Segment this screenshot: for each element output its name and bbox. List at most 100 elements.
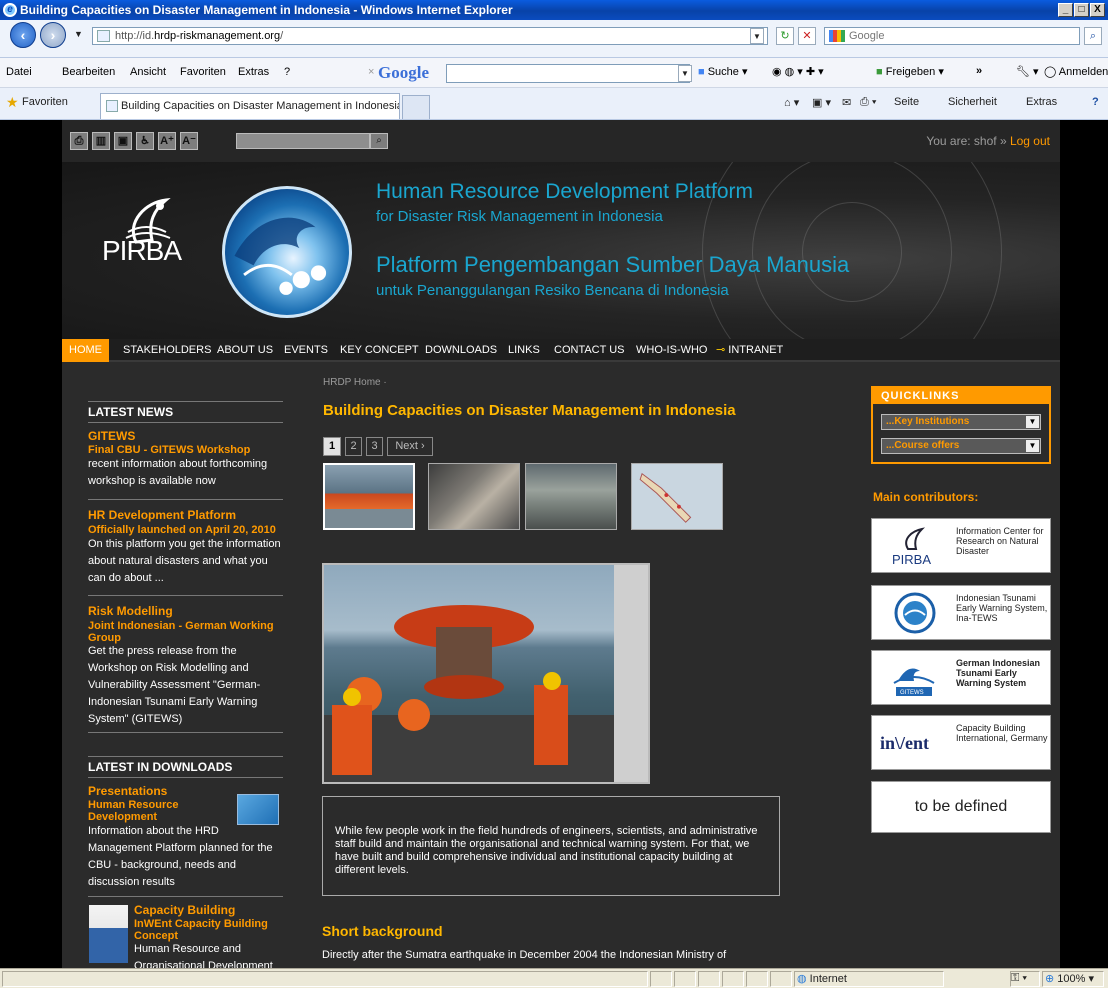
google-toolbar-logo: Google	[378, 63, 429, 82]
menu-favoriten[interactable]: Favoriten	[180, 66, 226, 78]
stop-icon[interactable]: ✕	[798, 27, 816, 45]
news-title[interactable]: Risk Modelling	[88, 604, 173, 618]
download-title[interactable]: Capacity Building	[134, 903, 235, 917]
window-title: Building Capacities on Disaster Manageme…	[20, 3, 513, 17]
menu-extras[interactable]: Extras	[238, 66, 269, 78]
tab-active[interactable]: Building Capacities on Disaster Manageme…	[100, 93, 400, 119]
google-toolbar-input[interactable]	[446, 64, 690, 83]
menu-help[interactable]: ?	[284, 66, 290, 78]
mail-icon[interactable]: ✉	[842, 96, 851, 109]
more-chevron-icon[interactable]: »	[976, 65, 982, 77]
download-thumbnail[interactable]	[237, 794, 279, 825]
zoom-control[interactable]: ⊕ 100% ▾	[1042, 971, 1104, 987]
cmd-sicherheit[interactable]: Sicherheit	[948, 96, 997, 108]
new-tab-button[interactable]	[402, 95, 430, 119]
protected-mode-icon[interactable]: ⚿ ▾	[1010, 971, 1040, 987]
nav-downloads[interactable]: DOWNLOADS	[425, 339, 497, 362]
history-dropdown-icon[interactable]: ▼	[74, 29, 83, 39]
news-title[interactable]: HR Development Platform	[88, 508, 236, 522]
menu-ansicht[interactable]: Ansicht	[130, 66, 166, 78]
contributor-inwent[interactable]: in\/ent Capacity Building International,…	[871, 715, 1051, 770]
pager-page-2[interactable]: 2	[345, 437, 362, 456]
url-field[interactable]: http://id.hrdp-riskmanagement.org/	[92, 27, 768, 45]
window-titlebar[interactable]: e Building Capacities on Disaster Manage…	[0, 0, 1108, 20]
site-search-input[interactable]	[236, 133, 370, 149]
divider	[88, 595, 283, 596]
toolbar-tools-group[interactable]: ◉ ◍ ▾ ✚ ▾	[772, 65, 824, 78]
cmd-seite[interactable]: Seite	[894, 96, 919, 108]
pager-page-3[interactable]: 3	[366, 437, 383, 456]
logout-link[interactable]: Log out	[1010, 134, 1050, 148]
contributor-placeholder[interactable]: to be defined	[871, 781, 1051, 833]
nav-key-concept[interactable]: KEY CONCEPT	[340, 339, 419, 362]
google-dropdown-icon[interactable]: ▼	[678, 65, 692, 82]
breadcrumb[interactable]: HRDP Home ·	[323, 377, 387, 388]
control-room-thumb[interactable]	[525, 463, 617, 530]
contributor-ina-tews[interactable]: Indonesian Tsunami Early Warning System,…	[871, 585, 1051, 640]
menu-datei[interactable]: Datei	[6, 66, 32, 78]
menu-bearbeiten[interactable]: Bearbeiten	[62, 66, 115, 78]
url-prefix: http://id.	[115, 30, 155, 42]
download-subtitle[interactable]: InWEnt Capacity Building Concept	[134, 918, 284, 942]
refresh-icon[interactable]: ↻	[776, 27, 794, 45]
minimize-button[interactable]: _	[1058, 3, 1073, 17]
google-suche-button[interactable]: ■ Suche ▾	[698, 65, 748, 78]
course-offers-select[interactable]: ...Course offers ▼	[881, 438, 1041, 454]
zone-indicator[interactable]: ◍ Internet	[794, 971, 944, 987]
latest-news-heading: LATEST NEWS	[88, 401, 283, 423]
nav-contact-us[interactable]: CONTACT US	[554, 339, 625, 362]
close-toolbar-icon[interactable]: ×	[368, 66, 374, 78]
download-thumbnail[interactable]	[89, 905, 128, 963]
print-cmd-icon[interactable]: ⎙ ▾	[860, 96, 876, 109]
download-title[interactable]: Presentations	[88, 784, 167, 798]
contributor-pirba[interactable]: PIRBA Information Center for Research on…	[871, 518, 1051, 573]
cmd-extras[interactable]: Extras	[1026, 96, 1057, 108]
nav-stakeholders[interactable]: STAKEHOLDERS	[123, 339, 211, 362]
news-subtitle[interactable]: Final CBU - GITEWS Workshop	[88, 444, 250, 456]
favorites-star-icon[interactable]: ★	[6, 94, 19, 111]
sitemap-icon[interactable]: ▥	[92, 132, 110, 150]
accessibility-icon[interactable]: ♿︎	[136, 132, 154, 150]
home-icon[interactable]: ⌂ ▾	[784, 96, 799, 109]
share-icon: ■	[876, 66, 883, 78]
anmelden-button[interactable]: ◯ Anmelden	[1044, 65, 1108, 78]
search-go-icon[interactable]: ⌕	[1084, 27, 1102, 45]
pager-next[interactable]: Next ›	[387, 437, 433, 456]
map-thumb[interactable]	[631, 463, 723, 530]
contributor-gitews[interactable]: GITEWS German Indonesian Tsunami Early W…	[871, 650, 1051, 705]
nav-links[interactable]: LINKS	[508, 339, 540, 362]
pager-page-1[interactable]: 1	[323, 437, 341, 456]
download-subtitle[interactable]: Human Resource Development	[88, 799, 228, 823]
freigeben-button[interactable]: ■ Freigeben ▾	[876, 65, 944, 78]
maximize-button[interactable]: □	[1074, 3, 1089, 17]
window-icon[interactable]: ▣	[114, 132, 132, 150]
font-decrease-icon[interactable]: A⁻	[180, 132, 198, 150]
feeds-icon[interactable]: ▣ ▾	[812, 96, 831, 109]
meeting-photo-thumb[interactable]	[428, 463, 520, 530]
news-title[interactable]: GITEWS	[88, 429, 135, 443]
wave-icon	[234, 217, 327, 295]
nav-who-is-who[interactable]: WHO-IS-WHO	[636, 339, 707, 362]
back-button[interactable]: ‹	[10, 22, 36, 48]
search-input[interactable]: Google	[824, 27, 1080, 45]
close-button[interactable]: X	[1090, 3, 1105, 17]
nav-intranet[interactable]: ⊸ INTRANET	[716, 339, 783, 362]
help-icon[interactable]: ?	[1092, 96, 1099, 108]
nav-about-us[interactable]: ABOUT US	[217, 339, 273, 362]
font-increase-icon[interactable]: A⁺	[158, 132, 176, 150]
divider	[88, 499, 283, 500]
forward-button[interactable]: ›	[40, 22, 66, 48]
news-subtitle[interactable]: Joint Indonesian - German Working Group	[88, 620, 278, 644]
buoy-photo-thumb[interactable]	[323, 463, 415, 530]
favorites-button[interactable]: Favoriten	[22, 96, 68, 108]
nav-events[interactable]: EVENTS	[284, 339, 328, 362]
contributor-text: Information Center for Research on Natur…	[956, 526, 1044, 556]
news-subtitle[interactable]: Officially launched on April 20, 2010	[88, 524, 276, 536]
print-icon[interactable]: ⎙	[70, 132, 88, 150]
key-institutions-select[interactable]: ...Key Institutions ▼	[881, 414, 1041, 430]
nav-home[interactable]: HOME	[62, 339, 109, 362]
url-domain: hrdp-riskmanagement.org	[154, 30, 281, 42]
wrench-icon[interactable]: 🔧︎ ▾	[1016, 65, 1039, 78]
url-dropdown-icon[interactable]: ▼	[750, 28, 764, 44]
site-search-button[interactable]: ⌕	[370, 133, 388, 149]
